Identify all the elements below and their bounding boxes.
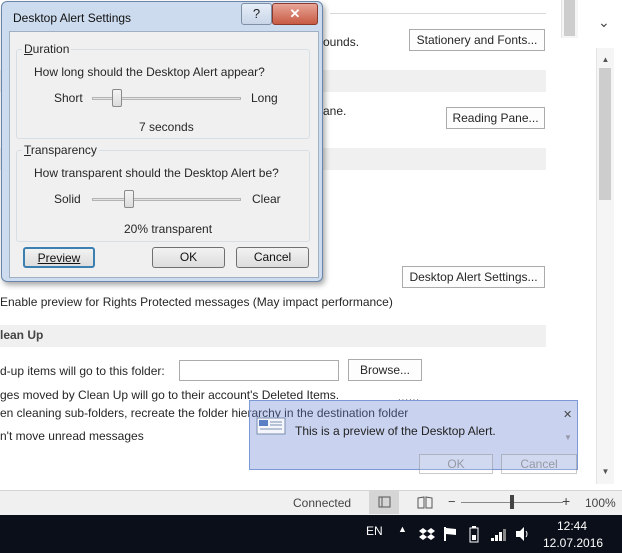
duration-slider-thumb[interactable] xyxy=(112,89,123,107)
zoom-level[interactable]: 100% xyxy=(585,496,616,510)
transparency-question: How transparent should the Desktop Alert… xyxy=(34,166,279,180)
transparency-group-label: Transparency xyxy=(22,143,99,157)
zoom-in-button[interactable]: + xyxy=(562,493,570,509)
dialog-body: Duration How long should the Desktop Ale… xyxy=(9,31,319,278)
dialog-title: Desktop Alert Settings xyxy=(13,11,132,25)
duration-question: How long should the Desktop Alert appear… xyxy=(34,65,265,79)
rights-protected-checkbox-label[interactable]: Enable preview for Rights Protected mess… xyxy=(0,295,393,309)
reading-view-button[interactable] xyxy=(410,491,440,514)
chevron-down-icon[interactable]: ▼ xyxy=(562,433,574,445)
cleanup-section-title: lean Up xyxy=(0,328,44,342)
network-signal-icon[interactable] xyxy=(490,526,508,542)
help-button[interactable]: ? xyxy=(241,3,272,25)
show-hidden-icons-icon[interactable]: ▲ xyxy=(398,524,407,534)
chevron-down-icon[interactable]: ⌄ xyxy=(598,14,614,30)
desktop-alert-settings-button[interactable]: Desktop Alert Settings... xyxy=(402,266,545,288)
desktop-alert-settings-dialog: Desktop Alert Settings ? ✕ Duration How … xyxy=(1,1,323,282)
dropbox-icon[interactable] xyxy=(419,526,435,542)
close-icon[interactable]: ✕ xyxy=(563,408,572,421)
clock-time[interactable]: 12:44 xyxy=(557,519,587,533)
transparency-slider-track[interactable] xyxy=(92,198,241,201)
scroll-down-icon[interactable]: ▼ xyxy=(597,464,614,480)
preview-button[interactable]: Preview xyxy=(23,247,95,268)
zoom-slider-thumb[interactable] xyxy=(510,495,514,509)
cleanup-folder-label: d-up items will go to this folder: xyxy=(0,364,165,378)
ok-button[interactable]: OK xyxy=(152,247,225,268)
reading-pane-button[interactable]: Reading Pane... xyxy=(446,107,545,129)
transparency-label-rest: ransparency xyxy=(30,143,97,157)
status-bar: Connected − + 100% xyxy=(0,490,622,515)
cancel-button[interactable]: Cancel xyxy=(236,247,309,268)
reading-pane-description: ane. xyxy=(323,104,347,118)
reading-view-icon xyxy=(417,496,433,509)
cleanup-unread-option[interactable]: n't move unread messages xyxy=(0,429,144,443)
transparency-max-label: Clear xyxy=(252,192,281,206)
connection-status: Connected xyxy=(293,496,352,510)
language-indicator[interactable]: EN xyxy=(366,524,383,538)
volume-icon[interactable] xyxy=(515,526,531,542)
duration-max-label: Long xyxy=(251,91,278,105)
cancel-button: Cancel xyxy=(501,454,577,474)
battery-icon[interactable] xyxy=(469,525,479,543)
transparency-min-label: Solid xyxy=(54,192,81,206)
normal-view-icon xyxy=(378,496,391,508)
transparency-group: Transparency How transparent should the … xyxy=(16,143,310,242)
preview-button-label: Preview xyxy=(37,251,81,265)
cleanup-folder-input[interactable] xyxy=(179,360,339,381)
duration-value: 7 seconds xyxy=(139,120,194,134)
duration-min-label: Short xyxy=(54,91,83,105)
desktop-alert-preview[interactable]: ······ This is a preview of the Desktop … xyxy=(249,396,578,474)
zoom-out-button[interactable]: − xyxy=(448,494,456,509)
options-scrollbar[interactable]: ▲ ▼ xyxy=(596,48,614,484)
transparency-value: 20% transparent xyxy=(124,222,213,236)
clock-date[interactable]: 12.07.2016 xyxy=(543,536,603,550)
ok-button: OK xyxy=(419,454,493,474)
scroll-thumb[interactable] xyxy=(564,0,575,36)
scroll-thumb[interactable] xyxy=(599,68,611,200)
duration-group: Duration How long should the Desktop Ale… xyxy=(16,42,310,139)
transparency-slider-thumb[interactable] xyxy=(124,190,135,208)
close-button[interactable]: ✕ xyxy=(272,3,318,25)
action-center-flag-icon[interactable] xyxy=(443,526,457,542)
dialog-scrollbar-top[interactable] xyxy=(561,0,578,38)
drag-grip-icon[interactable]: ······ xyxy=(398,396,428,404)
scroll-up-icon[interactable]: ▲ xyxy=(597,52,614,68)
stationery-description: ounds. xyxy=(323,35,360,49)
duration-label-rest: uration xyxy=(32,42,70,56)
stationery-and-fonts-button[interactable]: Stationery and Fonts... xyxy=(409,29,545,51)
cleanup-section-header: lean Up xyxy=(0,325,546,347)
windows-taskbar: EN ▲ 12:44 12.07.2016 xyxy=(0,515,622,553)
browse-button[interactable]: Browse... xyxy=(348,359,422,381)
normal-view-button[interactable] xyxy=(369,491,399,514)
mail-envelope-icon xyxy=(256,417,286,435)
alert-message: This is a preview of the Desktop Alert. xyxy=(295,424,496,438)
duration-group-label: Duration xyxy=(22,42,72,56)
divider xyxy=(330,13,546,14)
